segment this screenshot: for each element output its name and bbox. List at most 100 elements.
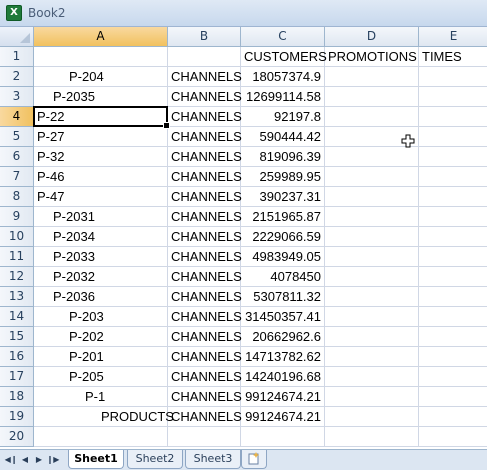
- select-all-button[interactable]: [0, 27, 34, 47]
- cell-d20[interactable]: [325, 427, 419, 447]
- row-header-19[interactable]: 19: [0, 407, 34, 427]
- cell-e15[interactable]: [419, 327, 487, 347]
- cell-d14[interactable]: [325, 307, 419, 327]
- cell-b7[interactable]: CHANNELS: [168, 167, 242, 187]
- cell-d3[interactable]: [325, 87, 419, 107]
- cell-a19[interactable]: PRODUCTS: [34, 407, 174, 427]
- column-header-c[interactable]: C: [241, 27, 325, 47]
- cell-d16[interactable]: [325, 347, 419, 367]
- cell-b3[interactable]: CHANNELS: [168, 87, 242, 107]
- cell-e3[interactable]: [419, 87, 487, 107]
- cell-c16[interactable]: 14713782.62: [241, 347, 325, 367]
- cell-a2[interactable]: P-204: [34, 67, 168, 87]
- cell-c10[interactable]: 2229066.59: [241, 227, 325, 247]
- cell-c3[interactable]: 12699114.58: [241, 87, 325, 107]
- cell-b9[interactable]: CHANNELS: [168, 207, 242, 227]
- cell-c5[interactable]: 590444.42: [241, 127, 325, 147]
- cell-a18[interactable]: P-1: [34, 387, 168, 407]
- cell-c4[interactable]: 92197.8: [241, 107, 325, 127]
- cell-d7[interactable]: [325, 167, 419, 187]
- cell-c8[interactable]: 390237.31: [241, 187, 325, 207]
- cell-b15[interactable]: CHANNELS: [168, 327, 242, 347]
- cell-c20[interactable]: [241, 427, 325, 447]
- cell-b11[interactable]: CHANNELS: [168, 247, 242, 267]
- prev-sheet-icon[interactable]: ◀: [18, 453, 32, 467]
- row-header-17[interactable]: 17: [0, 367, 34, 387]
- cell-a20[interactable]: [34, 427, 168, 447]
- cell-d12[interactable]: [325, 267, 419, 287]
- cell-d17[interactable]: [325, 367, 419, 387]
- cell-e5[interactable]: [419, 127, 487, 147]
- cell-b18[interactable]: CHANNELS: [168, 387, 242, 407]
- cell-c11[interactable]: 4983949.05: [241, 247, 325, 267]
- row-header-1[interactable]: 1: [0, 47, 34, 67]
- cell-e12[interactable]: [419, 267, 487, 287]
- cell-b19[interactable]: CHANNELS: [168, 407, 242, 427]
- cell-e7[interactable]: [419, 167, 487, 187]
- cell-a10[interactable]: P-2034: [34, 227, 168, 247]
- cell-e13[interactable]: [419, 287, 487, 307]
- cell-e17[interactable]: [419, 367, 487, 387]
- cell-e9[interactable]: [419, 207, 487, 227]
- cell-e2[interactable]: [419, 67, 487, 87]
- sheet-tab-sheet1[interactable]: Sheet1: [68, 450, 124, 469]
- cell-b14[interactable]: CHANNELS: [168, 307, 242, 327]
- cell-a5[interactable]: P-27: [34, 127, 168, 147]
- row-header-4[interactable]: 4: [0, 107, 34, 127]
- cell-e10[interactable]: [419, 227, 487, 247]
- cell-c2[interactable]: 18057374.9: [241, 67, 325, 87]
- cell-e11[interactable]: [419, 247, 487, 267]
- worksheet-grid[interactable]: A B C D E 1 CUSTOMERS PROMOTIONS TIMES 2 P-204 CHAN…: [0, 27, 487, 449]
- cell-a17[interactable]: P-205: [34, 367, 168, 387]
- cell-b16[interactable]: CHANNELS: [168, 347, 242, 367]
- cell-b5[interactable]: CHANNELS: [168, 127, 242, 147]
- row-header-7[interactable]: 7: [0, 167, 34, 187]
- cell-e20[interactable]: [419, 427, 487, 447]
- cell-d19[interactable]: [325, 407, 419, 427]
- cell-e1[interactable]: TIMES: [419, 47, 487, 67]
- cell-e16[interactable]: [419, 347, 487, 367]
- cell-d1[interactable]: PROMOTIONS: [325, 47, 419, 67]
- cell-d13[interactable]: [325, 287, 419, 307]
- column-header-a[interactable]: A: [34, 27, 168, 47]
- row-header-9[interactable]: 9: [0, 207, 34, 227]
- cell-a7[interactable]: P-46: [34, 167, 168, 187]
- cell-c7[interactable]: 259989.95: [241, 167, 325, 187]
- row-header-11[interactable]: 11: [0, 247, 34, 267]
- cell-b4[interactable]: CHANNELS: [168, 107, 242, 127]
- cell-d2[interactable]: [325, 67, 419, 87]
- cell-e18[interactable]: [419, 387, 487, 407]
- cell-a15[interactable]: P-202: [34, 327, 168, 347]
- cell-d6[interactable]: [325, 147, 419, 167]
- cell-a16[interactable]: P-201: [34, 347, 168, 367]
- row-header-12[interactable]: 12: [0, 267, 34, 287]
- cell-b1[interactable]: [168, 47, 241, 67]
- row-header-20[interactable]: 20: [0, 427, 34, 447]
- row-header-8[interactable]: 8: [0, 187, 34, 207]
- cell-a1[interactable]: [34, 47, 168, 67]
- row-header-15[interactable]: 15: [0, 327, 34, 347]
- cell-b12[interactable]: CHANNELS: [168, 267, 242, 287]
- cell-b17[interactable]: CHANNELS: [168, 367, 242, 387]
- last-sheet-icon[interactable]: ❙▶: [46, 453, 60, 467]
- sheet-tab-sheet3[interactable]: Sheet3: [185, 450, 241, 469]
- row-header-10[interactable]: 10: [0, 227, 34, 247]
- cell-d4[interactable]: [325, 107, 419, 127]
- cell-b6[interactable]: CHANNELS: [168, 147, 242, 167]
- cell-a11[interactable]: P-2033: [34, 247, 168, 267]
- cell-b20[interactable]: [168, 427, 241, 447]
- row-header-18[interactable]: 18: [0, 387, 34, 407]
- cell-d11[interactable]: [325, 247, 419, 267]
- sheet-tab-sheet2[interactable]: Sheet2: [127, 450, 183, 469]
- cell-d8[interactable]: [325, 187, 419, 207]
- cell-c12[interactable]: 4078450: [241, 267, 325, 287]
- cell-a12[interactable]: P-2032: [34, 267, 168, 287]
- row-header-14[interactable]: 14: [0, 307, 34, 327]
- cell-a8[interactable]: P-47: [34, 187, 168, 207]
- cell-d10[interactable]: [325, 227, 419, 247]
- cell-b10[interactable]: CHANNELS: [168, 227, 242, 247]
- cell-e19[interactable]: [419, 407, 487, 427]
- cell-c19[interactable]: 99124674.21: [241, 407, 325, 427]
- cell-e6[interactable]: [419, 147, 487, 167]
- row-header-13[interactable]: 13: [0, 287, 34, 307]
